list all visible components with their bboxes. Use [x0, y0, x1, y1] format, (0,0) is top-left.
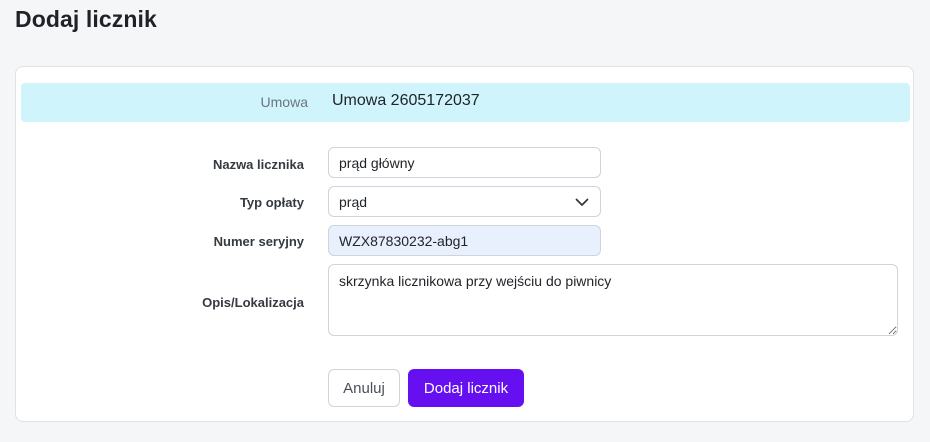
- cancel-button[interactable]: Anuluj: [328, 369, 400, 407]
- description-label: Opis/Lokalizacja: [202, 295, 304, 310]
- meter-name-input[interactable]: [328, 147, 601, 178]
- contract-info-row: Umowa Umowa 2605172037: [21, 83, 910, 122]
- page-title: Dodaj licznik: [15, 6, 157, 32]
- fee-type-selected-value: prąd: [339, 193, 368, 210]
- serial-number-label: Numer seryjny: [213, 234, 304, 249]
- meter-form-card: Umowa Umowa 2605172037 Nazwa licznika Ty…: [15, 66, 914, 422]
- add-meter-button[interactable]: Dodaj licznik: [408, 369, 524, 407]
- fee-type-select[interactable]: prąd: [328, 186, 601, 217]
- serial-number-input[interactable]: [328, 225, 601, 256]
- contract-label: Umowa: [260, 94, 308, 110]
- chevron-down-icon: [574, 194, 590, 210]
- contract-value: Umowa 2605172037: [332, 92, 480, 109]
- fee-type-label: Typ opłaty: [239, 195, 304, 210]
- description-textarea[interactable]: skrzynka licznikowa przy wejściu do piwn…: [328, 264, 898, 336]
- meter-name-label: Nazwa licznika: [212, 157, 304, 172]
